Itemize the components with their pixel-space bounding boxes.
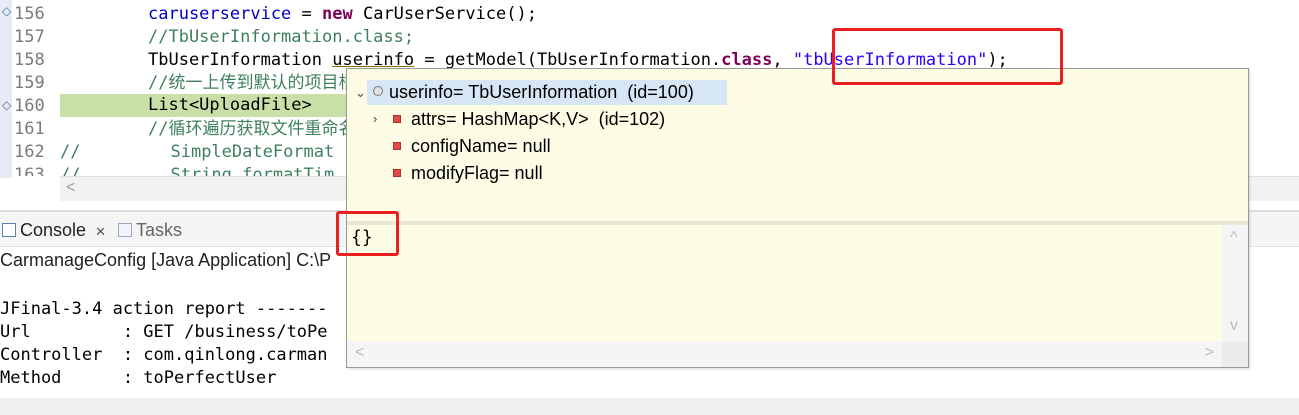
code-line-161[interactable]: //循环遍历获取文件重命名, (148, 118, 366, 141)
tab-console[interactable]: Console ✕ (2, 218, 106, 242)
scrollbar-corner (1222, 341, 1248, 367)
line-number: 162 (14, 142, 45, 162)
field-icon (393, 142, 401, 150)
variable-tree[interactable]: ⌄ userinfo= TbUserInformation (id=100) ›… (347, 69, 1248, 221)
code-line-162[interactable]: //SimpleDateFormat (60, 141, 334, 164)
tree-item-attrs[interactable]: attrs= HashMap<K,V> (id=102) (393, 107, 665, 132)
line-number: 157 (14, 27, 45, 47)
code-line-156[interactable]: caruserservice = new CarUserService(); (148, 3, 537, 26)
line-number: 163 (14, 165, 45, 176)
tree-item-userinfo[interactable]: userinfo= TbUserInformation (id=100) (373, 80, 694, 105)
line-number: 156 (14, 4, 45, 24)
console-line: Url : GET /business/toPe (0, 322, 328, 342)
line-number: 161 (14, 119, 45, 139)
line-number: 159 (14, 73, 45, 93)
tree-item-configname[interactable]: configName= null (393, 134, 551, 159)
tasks-icon (118, 223, 132, 237)
code-line-160[interactable]: List<UploadFile> (148, 94, 312, 117)
scroll-up-icon[interactable]: ^ (1230, 229, 1238, 247)
expand-icon[interactable]: › (373, 111, 377, 126)
tree-item-modifyflag[interactable]: modifyFlag= null (393, 161, 543, 186)
override-marker-icon: ◇ (2, 4, 12, 18)
close-icon[interactable]: ✕ (95, 224, 106, 239)
detail-vertical-scrollbar[interactable]: ^ v (1222, 225, 1248, 341)
code-line-163[interactable]: //String formatTim (60, 164, 334, 176)
detail-horizontal-scrollbar[interactable]: < > (347, 341, 1222, 367)
code-line-159[interactable]: //统一上传到默认的项目根目 (148, 72, 372, 95)
annotation-box-string (832, 28, 1063, 85)
collapse-icon[interactable]: ⌄ (355, 85, 366, 101)
console-line: JFinal-3.4 action report ------- (0, 299, 328, 319)
line-number: 160 (14, 96, 45, 116)
line-number: 158 (14, 50, 45, 70)
scroll-left-icon[interactable]: < (66, 179, 75, 197)
scroll-left-icon[interactable]: < (355, 344, 364, 362)
inspect-popup[interactable]: ⌄ userinfo= TbUserInformation (id=100) ›… (346, 68, 1249, 368)
console-description: CarmanageConfig [Java Application] C:\P (0, 250, 332, 270)
console-line: Controller : com.qinlong.carman (0, 345, 328, 365)
annotation-box-detail (336, 211, 399, 256)
scroll-down-icon[interactable]: v (1230, 317, 1238, 335)
detail-pane[interactable]: {} (347, 225, 1222, 341)
object-icon (373, 86, 383, 96)
scroll-right-icon[interactable]: > (1205, 344, 1214, 362)
console-horizontal-scrollbar[interactable] (0, 398, 1299, 415)
code-line-157[interactable]: //TbUserInformation.class; (148, 26, 414, 49)
editor-gutter (0, 0, 12, 178)
field-icon (393, 115, 401, 123)
tab-tasks[interactable]: Tasks (118, 218, 182, 242)
field-icon (393, 169, 401, 177)
breakpoint-marker-icon: ◇ (2, 98, 12, 112)
console-line: Method : toPerfectUser (0, 368, 277, 388)
console-icon (2, 223, 16, 237)
